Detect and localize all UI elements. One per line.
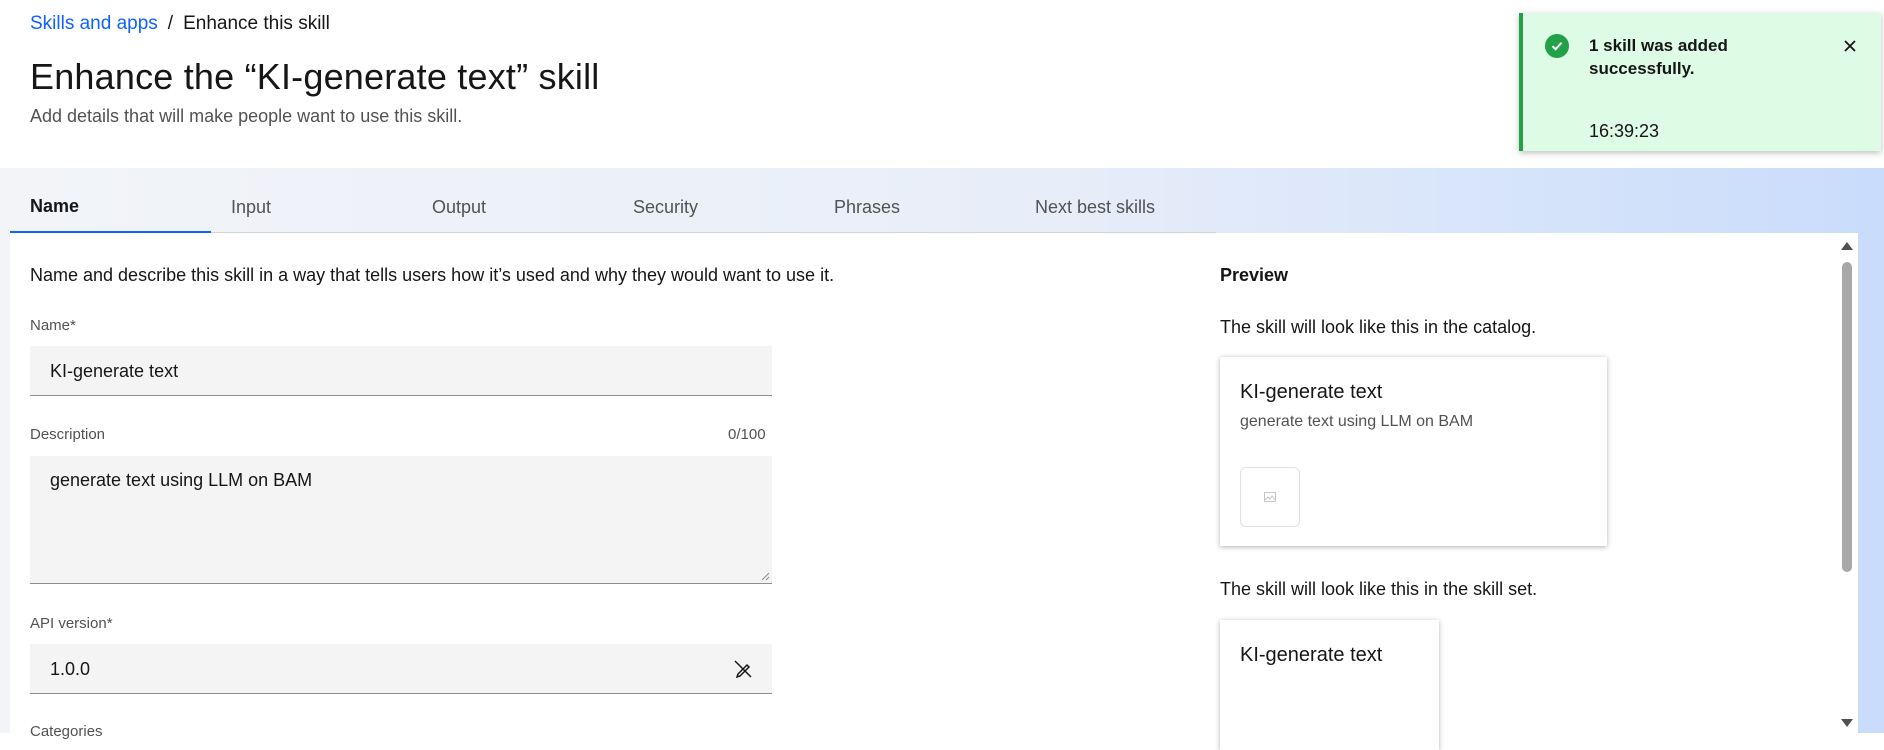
close-icon[interactable] <box>1837 33 1863 59</box>
name-input-value: KI-generate text <box>50 361 179 381</box>
tab-next-best-skills[interactable]: Next best skills <box>1015 182 1216 233</box>
edit-off-icon[interactable] <box>732 658 754 680</box>
breadcrumb: Skills and apps / Enhance this skill <box>30 13 330 35</box>
breadcrumb-separator: / <box>167 13 174 34</box>
breadcrumb-link-skills-and-apps[interactable]: Skills and apps <box>30 13 158 35</box>
tab-input[interactable]: Input <box>211 182 412 233</box>
tab-security[interactable]: Security <box>613 182 814 233</box>
catalog-preview-card: KI-generate text generate text using LLM… <box>1220 357 1607 546</box>
api-version-label: API version* <box>30 615 113 632</box>
scroll-down-arrow-icon[interactable] <box>1841 719 1853 727</box>
description-char-counter: 0/100 <box>728 426 766 443</box>
name-input[interactable]: KI-generate text <box>30 346 772 396</box>
page-subtitle: Add details that will make people want t… <box>30 106 463 126</box>
tab-phrases[interactable]: Phrases <box>814 182 1015 233</box>
skillset-preview-card: KI-generate text <box>1220 620 1439 750</box>
api-version-input[interactable]: 1.0.0 <box>30 644 772 694</box>
page-title: Enhance the “KI-generate text” skill <box>30 56 600 97</box>
toast-title: 1 skill was added successfully. <box>1589 36 1728 78</box>
catalog-card-description: generate text using LLM on BAM <box>1240 413 1474 430</box>
name-label: Name* <box>30 317 76 334</box>
tab-list: Name Input Output Security Phrases Next … <box>10 182 1216 233</box>
form-intro: Name and describe this skill in a way th… <box>30 265 835 285</box>
description-label: Description <box>30 426 106 443</box>
skillset-card-title: KI-generate text <box>1240 644 1383 666</box>
preview-title: Preview <box>1220 265 1289 285</box>
resize-grip-icon[interactable] <box>760 571 770 581</box>
categories-label: Categories <box>30 723 103 740</box>
toast-timestamp: 16:39:23 <box>1589 121 1660 141</box>
vertical-scrollbar[interactable] <box>1840 242 1854 733</box>
description-textarea[interactable]: generate text using LLM on BAM <box>30 456 772 584</box>
checkmark-filled-icon <box>1545 34 1569 58</box>
catalog-card-title: KI-generate text <box>1240 381 1383 403</box>
preview-catalog-text: The skill will look like this in the cat… <box>1220 317 1537 337</box>
preview-skillset-text: The skill will look like this in the ski… <box>1220 579 1538 599</box>
tab-output[interactable]: Output <box>412 182 613 233</box>
success-toast: 1 skill was added successfully. 16:39:23 <box>1519 13 1881 151</box>
tab-name[interactable]: Name <box>10 182 211 233</box>
tab-panel-name: Name and describe this skill in a way th… <box>10 233 1858 750</box>
breadcrumb-current: Enhance this skill <box>183 13 330 34</box>
api-version-input-value: 1.0.0 <box>50 659 91 679</box>
scrollbar-thumb[interactable] <box>1842 262 1852 572</box>
scroll-up-arrow-icon[interactable] <box>1841 242 1853 250</box>
image-placeholder-icon <box>1240 467 1300 527</box>
description-textarea-value: generate text using LLM on BAM <box>50 470 313 490</box>
